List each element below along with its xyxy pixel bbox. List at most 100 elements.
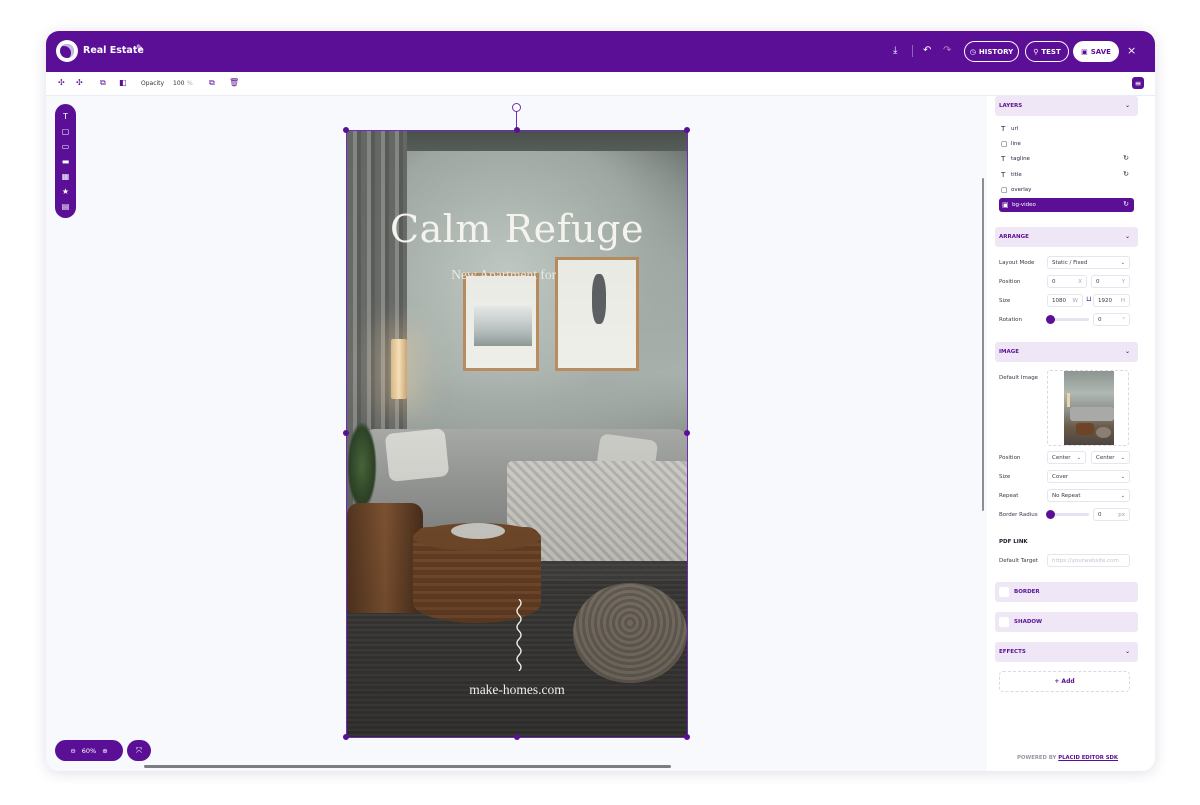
position-y-unit: Y <box>1121 279 1125 285</box>
delete-icon[interactable]: 🗑 <box>229 78 239 87</box>
fit-icon: ⤧ <box>135 745 143 755</box>
resize-handle-bl[interactable] <box>343 734 349 740</box>
chevron-down-icon: ⌄ <box>1120 493 1125 499</box>
editor-window: Real Estate ✎ ⤓ ↶ ↷ ◷ HISTORY ⚲ TEST ▣ S… <box>46 31 1155 771</box>
layer-item[interactable]: ▢ line <box>1001 137 1134 151</box>
tagline-layer[interactable]: New Apartment for Sale <box>347 267 687 283</box>
fit-to-screen-button[interactable]: ⤧ <box>127 740 151 761</box>
zoom-in-icon[interactable]: ⊕ <box>102 747 107 755</box>
image-title: IMAGE <box>999 349 1020 355</box>
layer-item[interactable]: ▢ overlay <box>1001 183 1134 197</box>
default-image-label: Default Image <box>999 375 1039 381</box>
undo-icon[interactable]: ↶ <box>923 45 931 56</box>
border-radius-slider[interactable] <box>1049 513 1089 516</box>
layout-mode-select[interactable]: Static / Fixed ⌄ <box>1047 256 1130 269</box>
qr-code-tool-icon[interactable]: ▦ <box>62 171 70 182</box>
effects-section-header[interactable]: EFFECTS ⌄ <box>995 642 1138 662</box>
image-tool-icon[interactable]: ▭ <box>62 141 70 152</box>
arrange-section-header[interactable]: ARRANGE ⌄ <box>995 227 1138 247</box>
chevron-down-icon: ⌄ <box>1124 233 1130 240</box>
text-tool-icon[interactable]: T <box>63 111 68 122</box>
position-x-input[interactable]: 0 X <box>1047 275 1087 288</box>
resize-handle-l[interactable] <box>343 430 349 436</box>
test-button[interactable]: ⚲ TEST <box>1025 41 1069 62</box>
layer-item[interactable]: T url <box>1001 122 1134 136</box>
vertical-scrollbar[interactable] <box>982 178 984 511</box>
image-section-header[interactable]: IMAGE ⌄ <box>995 342 1138 362</box>
border-toggle-checkbox[interactable] <box>999 587 1009 597</box>
lock-aspect-icon[interactable]: ⊔ <box>1086 295 1091 303</box>
border-radius-slider-knob[interactable] <box>1046 510 1055 519</box>
shape-tool-icon[interactable]: ▢ <box>62 126 70 137</box>
thumb-table <box>1076 423 1094 435</box>
sync-icon[interactable]: ↻ <box>1123 200 1129 208</box>
zoom-out-icon[interactable]: ⊖ <box>70 747 75 755</box>
shadow-toggle-checkbox[interactable] <box>999 617 1009 627</box>
rotation-input[interactable]: 0 ° <box>1093 313 1130 326</box>
height-input[interactable]: 1920 H <box>1093 294 1130 307</box>
zoom-level[interactable]: 60% <box>82 747 96 755</box>
image-size-select[interactable]: Cover ⌄ <box>1047 470 1130 483</box>
link-icon: ⚲ <box>1033 47 1039 56</box>
line-layer[interactable] <box>515 599 523 671</box>
default-image-thumbnail[interactable] <box>1064 371 1114 445</box>
resize-handle-b[interactable] <box>514 734 520 740</box>
send-backward-icon[interactable]: ◧ <box>119 78 127 87</box>
rotation-handle[interactable] <box>512 103 521 112</box>
border-radius-input[interactable]: 0 px <box>1093 508 1130 521</box>
download-icon[interactable]: ⤓ <box>893 45 897 56</box>
bring-forward-icon[interactable]: ⧉ <box>100 78 106 88</box>
layer-item[interactable]: T title ↻ <box>1001 168 1134 182</box>
align-vertical-icon[interactable]: ✣ <box>76 78 83 87</box>
project-title[interactable]: Real Estate <box>83 45 144 56</box>
add-effect-button[interactable]: + Add <box>999 671 1130 692</box>
image-position-v-select[interactable]: Center ⌄ <box>1091 451 1130 464</box>
top-bar: Real Estate ✎ ⤓ ↶ ↷ ◷ HISTORY ⚲ TEST ▣ S… <box>46 31 1155 72</box>
rating-tool-icon[interactable]: ★ <box>62 186 69 197</box>
opacity-unit: % <box>187 80 193 87</box>
resize-handle-r[interactable] <box>684 430 690 436</box>
title-layer[interactable]: Calm Refuge <box>347 207 687 251</box>
save-button[interactable]: ▣ SAVE <box>1073 41 1119 62</box>
layers-section-header[interactable]: LAYERS ⌄ <box>995 96 1138 116</box>
width-input[interactable]: 1080 W <box>1047 294 1083 307</box>
default-image-dropzone[interactable] <box>1047 370 1129 446</box>
size-label: Size <box>999 298 1011 304</box>
sync-icon[interactable]: ↻ <box>1123 154 1129 162</box>
history-icon: ◷ <box>969 47 976 56</box>
image-icon: ▣ <box>1002 201 1009 209</box>
image-position-h-select[interactable]: Center ⌄ <box>1047 451 1086 464</box>
border-radius-unit: px <box>1118 512 1125 518</box>
shadow-section-header[interactable]: SHADOW <box>995 612 1138 632</box>
default-target-input[interactable]: https://yourwebsite.com <box>1047 554 1130 567</box>
resize-handle-t[interactable] <box>514 127 520 133</box>
border-section-header[interactable]: BORDER <box>995 582 1138 602</box>
repeat-select[interactable]: No Repeat ⌄ <box>1047 489 1130 502</box>
resize-handle-tl[interactable] <box>343 127 349 133</box>
url-layer[interactable]: make-homes.com <box>347 682 687 698</box>
sync-icon[interactable]: ↻ <box>1123 170 1129 178</box>
layout-mode-label: Layout Mode <box>999 260 1035 266</box>
placid-sdk-link[interactable]: PLACID EDITOR SDK <box>1058 755 1118 761</box>
close-icon[interactable]: × <box>1127 44 1136 57</box>
rectangle-tool-icon[interactable]: ▬ <box>62 156 70 167</box>
layer-item[interactable]: T tagline ↻ <box>1001 152 1134 166</box>
resize-handle-tr[interactable] <box>684 127 690 133</box>
opacity-value[interactable]: 100 <box>173 80 184 87</box>
duplicate-icon[interactable]: ⧉ <box>209 78 215 88</box>
video-tool-icon[interactable]: ▤ <box>62 201 70 212</box>
redo-icon[interactable]: ↷ <box>943 45 951 56</box>
resize-handle-br[interactable] <box>684 734 690 740</box>
layer-item-selected[interactable]: ▣ bg-video ↻ <box>999 198 1134 212</box>
align-horizontal-icon[interactable]: ✣ <box>58 78 65 87</box>
panel-menu-button[interactable]: ≡ <box>1132 77 1144 89</box>
position-y-input[interactable]: 0 Y <box>1091 275 1130 288</box>
edit-title-icon[interactable]: ✎ <box>136 44 144 54</box>
history-button[interactable]: ◷ HISTORY <box>964 41 1019 62</box>
rotation-slider[interactable] <box>1049 318 1089 321</box>
save-label: SAVE <box>1090 47 1111 56</box>
horizontal-scrollbar[interactable] <box>144 765 671 768</box>
rotation-slider-knob[interactable] <box>1046 315 1055 324</box>
design-canvas[interactable]: Calm Refuge New Apartment for Sale make-… <box>346 130 688 738</box>
chevron-down-icon: ⌄ <box>1076 455 1081 461</box>
